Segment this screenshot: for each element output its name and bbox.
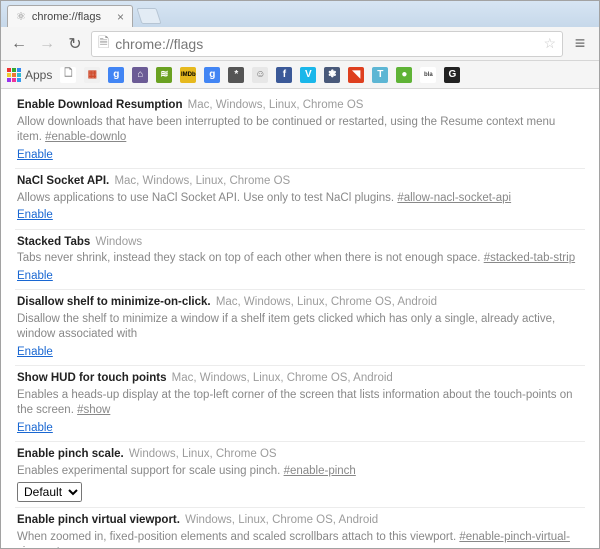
flag-select[interactable]: Default xyxy=(17,482,82,502)
tab-close-icon[interactable]: × xyxy=(117,10,124,24)
flag-title: Enable Download Resumption xyxy=(17,99,182,111)
flag-anchor-link[interactable]: #enable-pinch xyxy=(284,465,356,477)
flag-description: Tabs never shrink, instead they stack on… xyxy=(17,251,583,267)
bookmark-item-1[interactable]: ▦ xyxy=(84,67,100,83)
bookmark-item-9[interactable]: f xyxy=(276,67,292,83)
flag-anchor-link[interactable]: #allow-nacl-socket-api xyxy=(397,192,511,204)
bookmark-item-7[interactable]: * xyxy=(228,67,244,83)
apps-grid-icon xyxy=(7,68,21,82)
bookmarks-bar: Apps 🗋▦g⌂≋IMDbg*☺fV❃◥T●blaG xyxy=(1,61,599,89)
bookmark-item-12[interactable]: ◥ xyxy=(348,67,364,83)
flag-anchor-link[interactable]: #show xyxy=(77,404,110,416)
bookmark-star-icon[interactable]: ☆ xyxy=(543,35,556,52)
back-button[interactable]: ← xyxy=(7,32,31,56)
flag-item: NaCl Socket API. Mac, Windows, Linux, Ch… xyxy=(15,168,585,229)
flags-list: Enable Download Resumption Mac, Windows,… xyxy=(15,93,585,549)
bookmark-item-5[interactable]: IMDb xyxy=(180,67,196,83)
flag-description: Allows applications to use NaCl Socket A… xyxy=(17,191,583,207)
bookmark-item-0[interactable]: 🗋 xyxy=(60,67,76,83)
reload-button[interactable]: ↻ xyxy=(63,32,87,56)
flag-item: Show HUD for touch points Mac, Windows, … xyxy=(15,365,585,441)
forward-button[interactable]: → xyxy=(35,32,59,56)
flag-platforms: Mac, Windows, Linux, Chrome OS xyxy=(184,99,363,111)
flag-anchor-link[interactable]: #enable-downlo xyxy=(45,131,126,143)
bookmark-item-3[interactable]: ⌂ xyxy=(132,67,148,83)
flag-platforms: Mac, Windows, Linux, Chrome OS xyxy=(111,175,290,187)
flag-title: Show HUD for touch points xyxy=(17,372,166,384)
bookmark-item-6[interactable]: g xyxy=(204,67,220,83)
flag-title: NaCl Socket API. xyxy=(17,175,109,187)
page-icon: 🗎 xyxy=(98,32,109,56)
new-tab-button[interactable] xyxy=(136,8,161,24)
bookmark-item-15[interactable]: bla xyxy=(420,67,436,83)
bookmark-item-11[interactable]: ❃ xyxy=(324,67,340,83)
flag-item: Enable pinch scale. Windows, Linux, Chro… xyxy=(15,441,585,507)
flag-description: Allow downloads that have been interrupt… xyxy=(17,115,583,146)
flag-enable-link[interactable]: Enable xyxy=(17,421,53,437)
flag-platforms: Mac, Windows, Linux, Chrome OS, Android xyxy=(213,296,437,308)
chrome-menu-button[interactable]: ≡ xyxy=(567,31,593,57)
flag-anchor-link[interactable]: #stacked-tab-strip xyxy=(484,252,575,264)
tab-title: chrome://flags xyxy=(32,11,101,23)
flag-title: Stacked Tabs xyxy=(17,236,90,248)
tab-favicon-icon: ⚛ xyxy=(16,10,26,23)
bookmark-item-4[interactable]: ≋ xyxy=(156,67,172,83)
flag-platforms: Windows xyxy=(92,236,142,248)
flag-description: Disallow the shelf to minimize a window … xyxy=(17,312,583,343)
apps-button[interactable]: Apps xyxy=(7,68,52,82)
omnibox[interactable]: 🗎 chrome://flags ☆ xyxy=(91,31,563,57)
browser-window: ⚛ chrome://flags × ← → ↻ 🗎 chrome://flag… xyxy=(0,0,600,549)
flag-title: Enable pinch scale. xyxy=(17,448,124,460)
flag-title: Disallow shelf to minimize-on-click. xyxy=(17,296,211,308)
flag-title: Enable pinch virtual viewport. xyxy=(17,514,180,526)
flag-platforms: Mac, Windows, Linux, Chrome OS, Android xyxy=(168,372,392,384)
flag-platforms: Windows, Linux, Chrome OS xyxy=(126,448,277,460)
flag-description: Enables a heads-up display at the top-le… xyxy=(17,388,583,419)
bookmark-item-14[interactable]: ● xyxy=(396,67,412,83)
flag-enable-link[interactable]: Enable xyxy=(17,345,53,361)
flag-item: Enable Download Resumption Mac, Windows,… xyxy=(15,93,585,168)
toolbar: ← → ↻ 🗎 chrome://flags ☆ ≡ xyxy=(1,27,599,61)
tab-strip: ⚛ chrome://flags × xyxy=(1,1,599,27)
flag-enable-link[interactable]: Enable xyxy=(17,148,53,164)
bookmark-item-13[interactable]: T xyxy=(372,67,388,83)
flag-enable-link[interactable]: Enable xyxy=(17,269,53,285)
flag-platforms: Windows, Linux, Chrome OS, Android xyxy=(182,514,378,526)
bookmark-icons: 🗋▦g⌂≋IMDbg*☺fV❃◥T●blaG xyxy=(60,67,460,83)
flag-description: Enables experimental support for scale u… xyxy=(17,464,583,480)
apps-label: Apps xyxy=(25,68,52,82)
flag-enable-link[interactable]: Enable xyxy=(17,208,53,224)
bookmark-item-2[interactable]: g xyxy=(108,67,124,83)
flag-description: When zoomed in, fixed-position elements … xyxy=(17,530,583,549)
bookmark-item-8[interactable]: ☺ xyxy=(252,67,268,83)
tab-active[interactable]: ⚛ chrome://flags × xyxy=(7,5,133,27)
bookmark-item-16[interactable]: G xyxy=(444,67,460,83)
flag-item: Stacked Tabs Windows Tabs never shrink, i… xyxy=(15,229,585,290)
omnibox-url: chrome://flags xyxy=(115,36,203,52)
flag-item: Enable pinch virtual viewport. Windows, … xyxy=(15,507,585,549)
flag-item: Disallow shelf to minimize-on-click. Mac… xyxy=(15,289,585,365)
flags-content: Enable Download Resumption Mac, Windows,… xyxy=(1,89,599,549)
bookmark-item-10[interactable]: V xyxy=(300,67,316,83)
